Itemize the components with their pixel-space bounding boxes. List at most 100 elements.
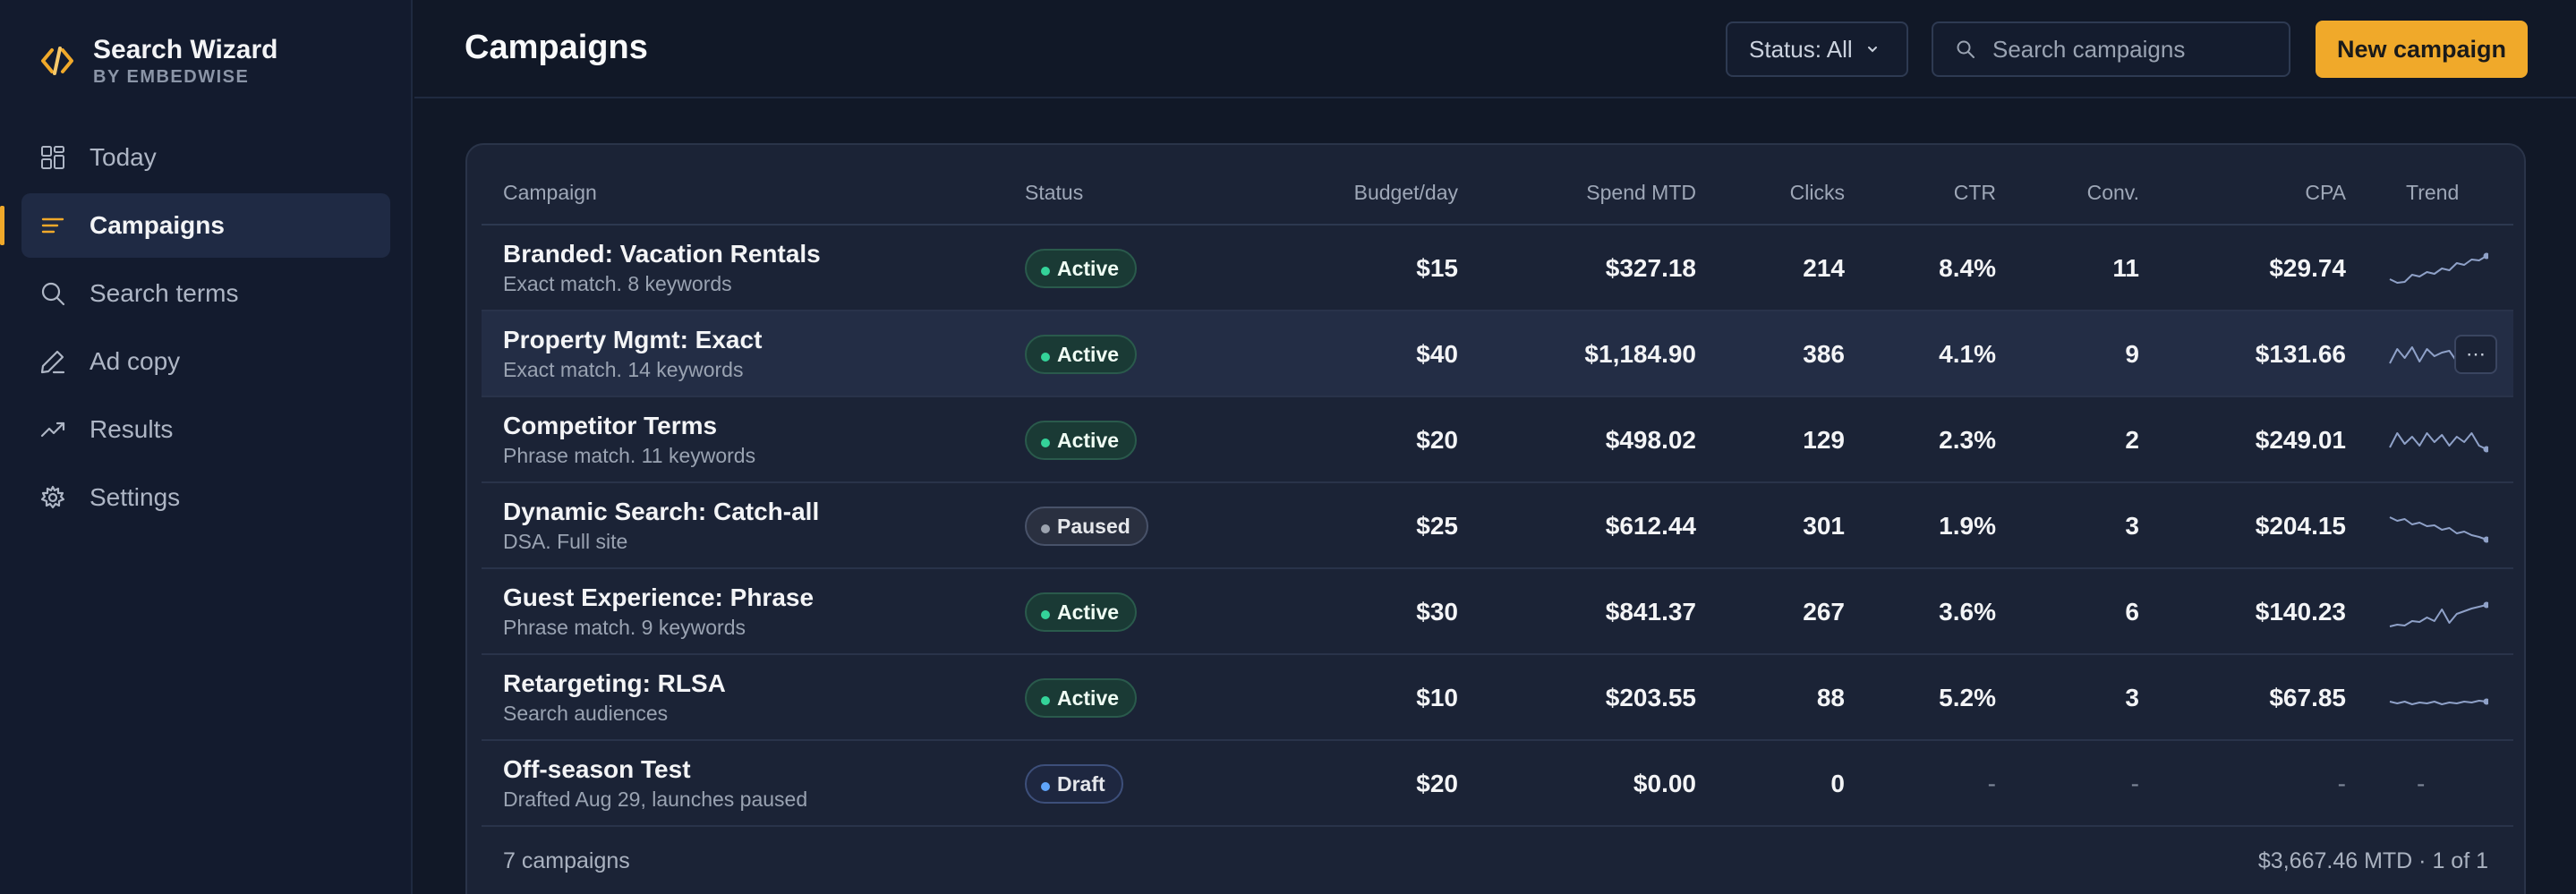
sidebar: Search Wizard BY EMBEDWISE Today Campaig… xyxy=(0,0,413,894)
search-input[interactable] xyxy=(1992,35,2279,64)
sidebar-item-campaigns[interactable]: Campaigns xyxy=(0,193,390,258)
campaign-subtitle: Drafted Aug 29, launches paused xyxy=(503,788,808,811)
clicks-cell: 386 xyxy=(1803,340,1845,368)
brand[interactable]: Search Wizard BY EMBEDWISE xyxy=(39,34,277,88)
row-more-options-button[interactable]: ⋯ xyxy=(2454,335,2497,374)
campaign-name[interactable]: Dynamic Search: Catch-all xyxy=(503,498,819,526)
sidebar-item-label: Results xyxy=(90,415,174,443)
conv-cell: 6 xyxy=(2125,598,2139,626)
campaign-name[interactable]: Competitor Terms xyxy=(503,412,717,440)
table-header: Campaign Status Budget/day Spend MTD Cli… xyxy=(482,145,2513,226)
column-header-cpa[interactable]: CPA xyxy=(2305,181,2346,205)
column-header-budget[interactable]: Budget/day xyxy=(1354,181,1458,205)
ctr-cell: 3.6% xyxy=(1939,598,1996,626)
sidebar-item-search-terms[interactable]: Search terms xyxy=(21,261,390,326)
cpa-cell: $131.66 xyxy=(2255,340,2346,368)
table-row[interactable]: Guest Experience: Phrase Phrase match. 9 … xyxy=(482,569,2513,655)
budget-cell: $20 xyxy=(1416,770,1458,797)
campaign-subtitle: Search audiences xyxy=(503,702,669,725)
budget-cell: $30 xyxy=(1416,598,1458,626)
search-icon xyxy=(1957,40,1975,58)
status-filter-label: Status: All xyxy=(1749,35,1853,63)
sidebar-item-label: Settings xyxy=(90,483,181,511)
status-badge: Active xyxy=(1025,249,1138,288)
campaign-name[interactable]: Branded: Vacation Rentals xyxy=(503,240,821,268)
conv-cell: 3 xyxy=(2125,684,2139,711)
trend-sparkline xyxy=(2389,601,2488,627)
sidebar-item-settings[interactable]: Settings xyxy=(21,465,390,530)
cpa-cell: $29.74 xyxy=(2269,254,2346,282)
table-row[interactable]: Retargeting: RLSA Search audiences Active $… xyxy=(482,655,2513,741)
status-filter-dropdown[interactable]: Status: All xyxy=(1726,21,1908,77)
clicks-cell: 301 xyxy=(1803,512,1845,540)
table-summary: $3,667.46 MTD · 1 of 1 xyxy=(2257,848,2488,873)
cpa-cell: - xyxy=(2337,770,2346,797)
campaign-subtitle: Phrase match. 9 keywords xyxy=(503,616,746,639)
pencil-icon xyxy=(39,348,66,375)
trend-endpoint xyxy=(2483,601,2488,609)
column-header-spend[interactable]: Spend MTD xyxy=(1586,181,1696,205)
status-badge: Active xyxy=(1025,592,1138,632)
table-row[interactable]: Competitor Terms Phrase match. 11 keyword… xyxy=(482,397,2513,483)
new-campaign-button[interactable]: New campaign xyxy=(2316,21,2528,78)
sidebar-item-results[interactable]: Results xyxy=(21,397,390,462)
column-header-campaign[interactable]: Campaign xyxy=(503,181,597,205)
sidebar-item-label: Today xyxy=(90,143,157,171)
trend-empty: - xyxy=(2417,770,2426,797)
column-header-ctr[interactable]: CTR xyxy=(1954,181,1996,205)
column-header-status[interactable]: Status xyxy=(1025,181,1083,205)
conv-cell: - xyxy=(2130,770,2139,797)
chevron-down-icon xyxy=(1867,47,1877,53)
table-row[interactable]: Branded: Vacation Rentals Exact match. 8 … xyxy=(482,226,2513,311)
status-badge: Active xyxy=(1025,678,1138,718)
clicks-cell: 214 xyxy=(1803,254,1845,282)
conv-cell: 2 xyxy=(2125,426,2139,454)
top-header: Campaigns Status: All New campaign xyxy=(414,0,2576,98)
campaign-name[interactable]: Guest Experience: Phrase xyxy=(503,583,814,612)
trend-line xyxy=(2389,432,2487,450)
ctr-cell: 1.9% xyxy=(1939,512,1996,540)
ctr-cell: 5.2% xyxy=(1939,684,1996,711)
sidebar-item-ad-copy[interactable]: Ad copy xyxy=(21,329,390,394)
spend-cell: $841.37 xyxy=(1605,598,1696,626)
conv-cell: 3 xyxy=(2125,512,2139,540)
campaign-name[interactable]: Property Mgmt: Exact xyxy=(503,326,762,354)
ctr-cell: 8.4% xyxy=(1939,254,1996,282)
sidebar-nav: Today Campaigns Search terms Ad copy Res… xyxy=(0,125,390,533)
conv-cell: 9 xyxy=(2125,340,2139,368)
ctr-cell: 4.1% xyxy=(1939,340,1996,368)
column-header-conv[interactable]: Conv. xyxy=(2087,181,2139,205)
cpa-cell: $140.23 xyxy=(2255,598,2346,626)
campaign-name[interactable]: Off-season Test xyxy=(503,755,691,784)
search-box[interactable] xyxy=(1932,21,2290,77)
trend-sparkline xyxy=(2389,252,2488,284)
column-header-clicks[interactable]: Clicks xyxy=(1790,181,1845,205)
list-icon xyxy=(39,212,66,239)
page-title: Campaigns xyxy=(465,29,648,66)
campaign-name[interactable]: Retargeting: RLSA xyxy=(503,669,726,698)
budget-cell: $10 xyxy=(1416,684,1458,711)
sidebar-item-today[interactable]: Today xyxy=(21,125,390,190)
campaign-subtitle: Exact match. 8 keywords xyxy=(503,272,732,295)
trend-line xyxy=(2389,255,2487,284)
status-badge: Active xyxy=(1025,421,1138,460)
spend-cell: $612.44 xyxy=(1605,512,1696,540)
trend-endpoint xyxy=(2483,536,2488,543)
budget-cell: $40 xyxy=(1416,340,1458,368)
campaign-subtitle: Phrase match. 11 keywords xyxy=(503,444,756,467)
spend-cell: $203.55 xyxy=(1605,684,1696,711)
conv-cell: 11 xyxy=(2112,254,2139,282)
table-row[interactable]: Dynamic Search: Catch-all DSA. Full site P… xyxy=(482,483,2513,569)
budget-cell: $25 xyxy=(1416,512,1458,540)
campaign-count: 7 campaigns xyxy=(503,848,630,873)
cpa-cell: $249.01 xyxy=(2255,426,2346,454)
sidebar-item-label: Search terms xyxy=(90,279,239,307)
status-badge: Active xyxy=(1025,335,1138,374)
status-badge: Draft xyxy=(1025,764,1123,804)
trend-sparkline xyxy=(2389,698,2488,705)
trend-endpoint xyxy=(2483,698,2488,705)
table-row[interactable]: Property Mgmt: Exact Exact match. 14 keyw… xyxy=(482,311,2513,397)
cpa-cell: $204.15 xyxy=(2255,512,2346,540)
table-row[interactable]: Off-season Test Drafted Aug 29, launches … xyxy=(482,741,2513,827)
budget-cell: $15 xyxy=(1416,254,1458,282)
